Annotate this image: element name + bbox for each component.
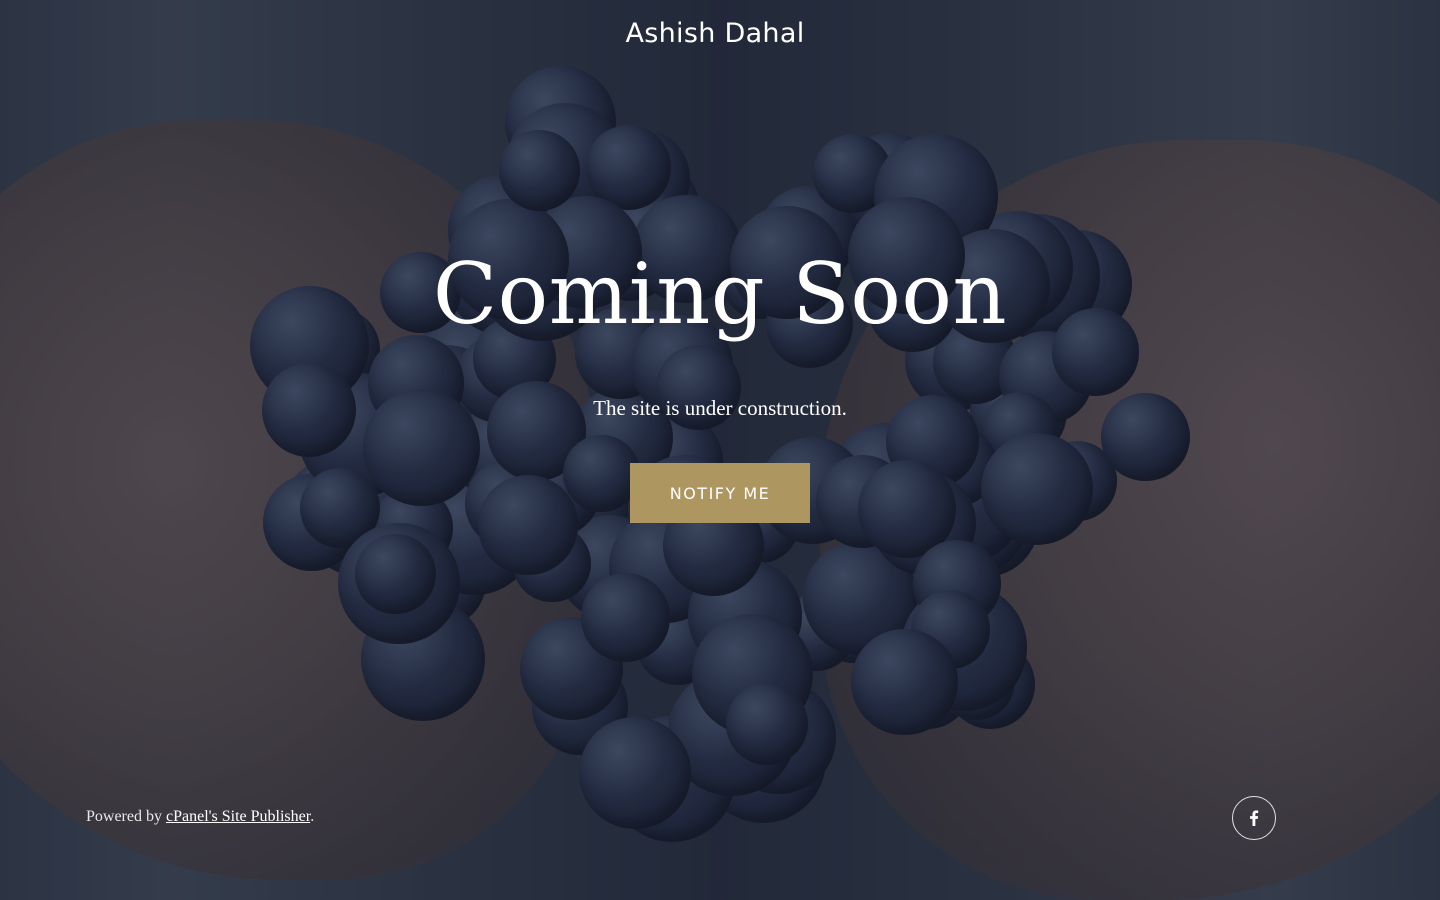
footer-credit: Powered by cPanel's Site Publisher. bbox=[86, 806, 314, 828]
page-title: Coming Soon bbox=[432, 245, 1008, 343]
facebook-button[interactable] bbox=[1232, 796, 1276, 840]
powered-by-suffix: . bbox=[310, 808, 315, 825]
site-name: Ashish Dahal bbox=[625, 18, 805, 49]
notify-me-button[interactable]: NOTIFY ME bbox=[630, 463, 810, 523]
dark-overlay bbox=[0, 0, 1440, 900]
site-publisher-link[interactable]: cPanel's Site Publisher bbox=[166, 808, 310, 825]
facebook-icon bbox=[1250, 810, 1259, 826]
background-image bbox=[0, 0, 1440, 900]
powered-by-text: Powered by bbox=[86, 808, 166, 825]
page-subtitle: The site is under construction. bbox=[593, 396, 847, 420]
